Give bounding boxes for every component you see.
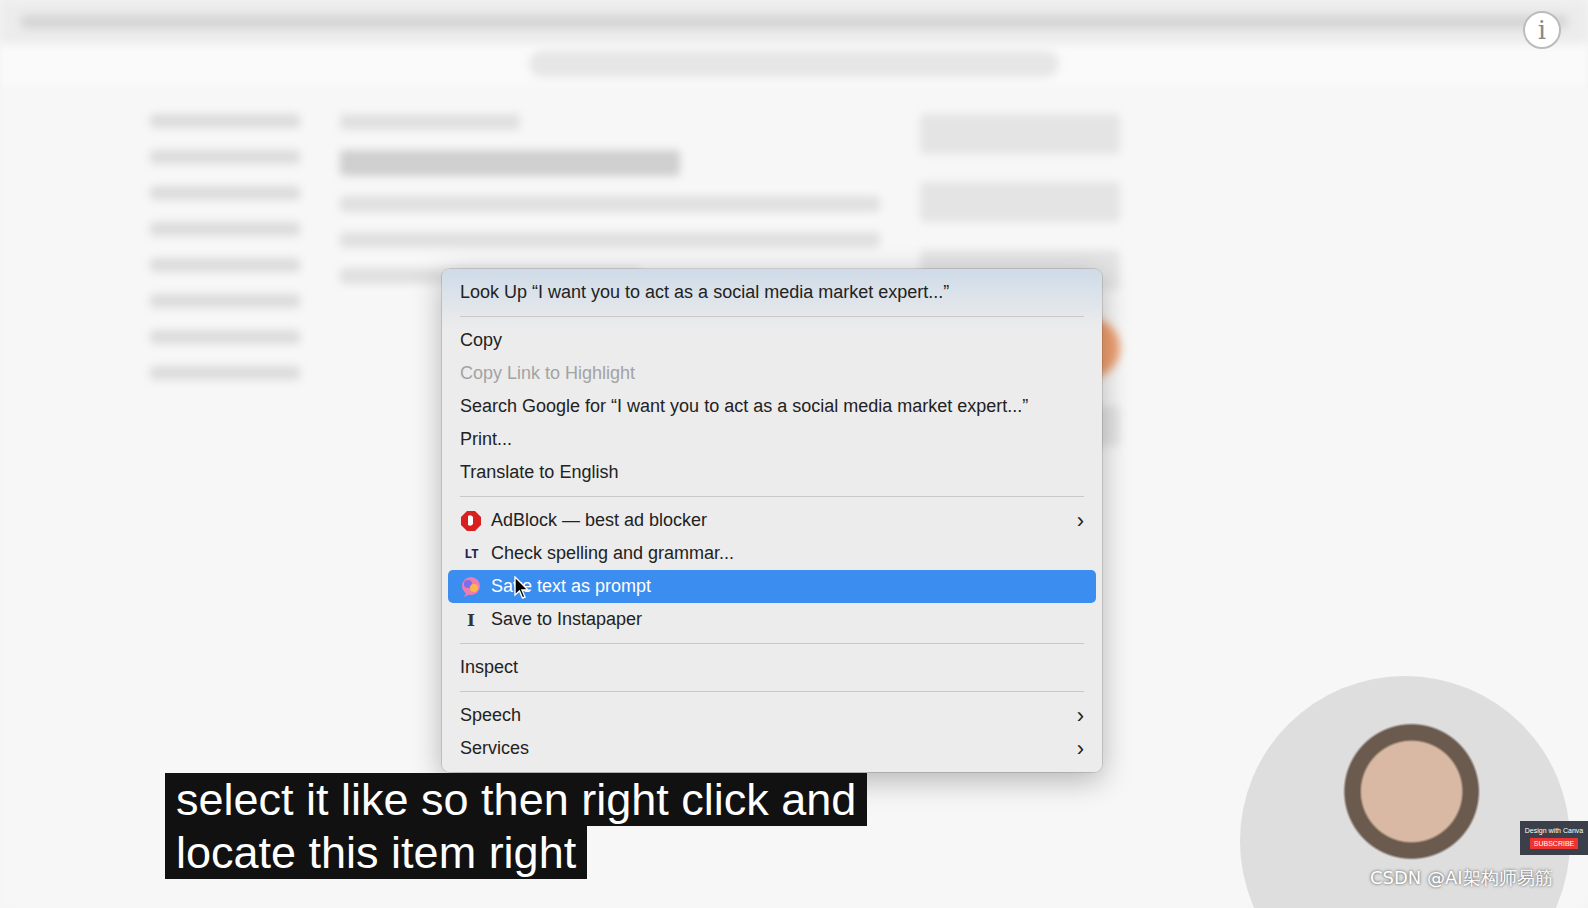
canva-card[interactable]: Design with Canva SUBSCRIBE bbox=[1520, 821, 1588, 855]
menu-item-label: Speech bbox=[460, 705, 1068, 726]
menu-separator bbox=[460, 316, 1084, 317]
menu-separator bbox=[460, 496, 1084, 497]
menu-item[interactable]: Print... bbox=[448, 423, 1096, 456]
submenu-chevron-icon: › bbox=[1077, 705, 1084, 727]
menu-item-label: Inspect bbox=[460, 657, 1084, 678]
prompt-icon bbox=[460, 576, 482, 598]
mouse-cursor-icon bbox=[514, 576, 530, 604]
menu-item[interactable]: Speech › bbox=[448, 699, 1096, 732]
menu-item[interactable]: Inspect bbox=[448, 651, 1096, 684]
menu-item[interactable]: Translate to English bbox=[448, 456, 1096, 489]
browser-bar bbox=[0, 0, 1588, 44]
menu-separator bbox=[460, 691, 1084, 692]
menu-item[interactable]: Save text as prompt bbox=[448, 570, 1096, 603]
instapaper-icon: I bbox=[460, 609, 482, 631]
menu-item[interactable]: AdBlock — best ad blocker › bbox=[448, 504, 1096, 537]
menu-item[interactable]: Services › bbox=[448, 732, 1096, 765]
subtitles: select it like so then right click andlo… bbox=[165, 773, 867, 879]
subtitle-line: select it like so then right click and bbox=[165, 773, 867, 826]
site-search bbox=[529, 51, 1059, 77]
menu-item-label: Save to Instapaper bbox=[491, 609, 1084, 630]
info-button[interactable]: i bbox=[1523, 11, 1561, 49]
menu-item-label: Check spelling and grammar... bbox=[491, 543, 1084, 564]
menu-item-label: Services bbox=[460, 738, 1068, 759]
menu-item[interactable]: Look Up “I want you to act as a social m… bbox=[448, 276, 1096, 309]
adblock-icon bbox=[460, 510, 482, 532]
menu-item-label: Copy Link to Highlight bbox=[460, 363, 1084, 384]
site-toolbar bbox=[0, 44, 1588, 84]
menu-item-label: Translate to English bbox=[460, 462, 1084, 483]
menu-item-label: Print... bbox=[460, 429, 1084, 450]
canva-text: Design with Canva bbox=[1525, 827, 1583, 834]
menu-item[interactable]: I Save to Instapaper bbox=[448, 603, 1096, 636]
menu-item-label: Copy bbox=[460, 330, 1084, 351]
menu-item-label: Look Up “I want you to act as a social m… bbox=[460, 282, 1084, 303]
subscribe-button[interactable]: SUBSCRIBE bbox=[1530, 838, 1578, 849]
menu-item[interactable]: Search Google for “I want you to act as … bbox=[448, 390, 1096, 423]
address-bar bbox=[20, 15, 1568, 29]
submenu-chevron-icon: › bbox=[1077, 738, 1084, 760]
menu-item-label: Search Google for “I want you to act as … bbox=[460, 396, 1084, 417]
menu-item[interactable]: LT Check spelling and grammar... bbox=[448, 537, 1096, 570]
menu-item-label: Save text as prompt bbox=[491, 576, 1084, 597]
menu-item[interactable]: Copy bbox=[448, 324, 1096, 357]
subtitle-line: locate this item right bbox=[165, 826, 587, 879]
menu-separator bbox=[460, 643, 1084, 644]
menu-item-label: AdBlock — best ad blocker bbox=[491, 510, 1068, 531]
languagetool-icon: LT bbox=[460, 543, 482, 565]
watermark: CSDN @AI架构师易筋 bbox=[1370, 866, 1553, 890]
menu-item: Copy Link to Highlight bbox=[448, 357, 1096, 390]
context-menu: Look Up “I want you to act as a social m… bbox=[442, 269, 1102, 772]
submenu-chevron-icon: › bbox=[1077, 510, 1084, 532]
